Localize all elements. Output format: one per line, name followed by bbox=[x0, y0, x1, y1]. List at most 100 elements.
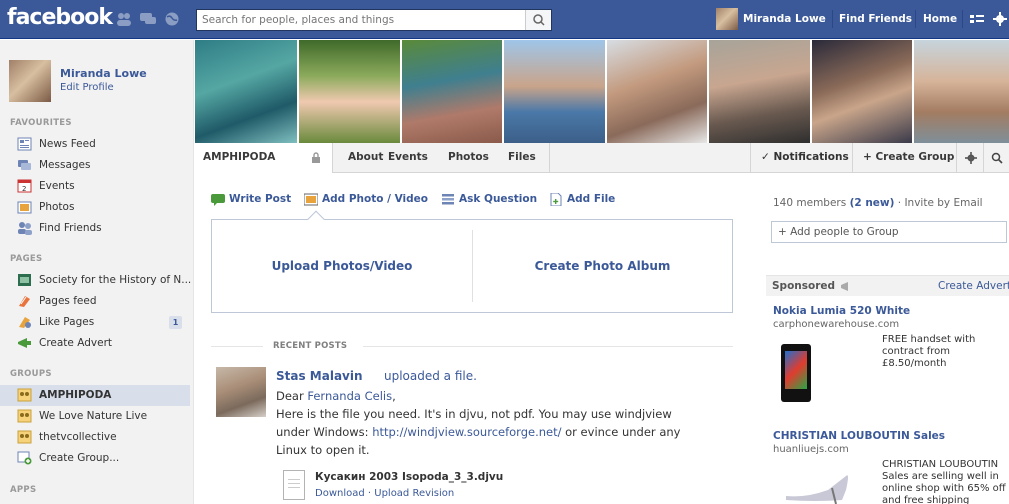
sidebar-item-we-love-nature[interactable]: We Love Nature Live bbox=[0, 406, 190, 427]
svg-text:2: 2 bbox=[22, 185, 26, 193]
sidebar-item-label: Photos bbox=[39, 201, 75, 213]
sidebar-item-label: thetvcollective bbox=[39, 431, 117, 443]
member-photo[interactable] bbox=[401, 40, 503, 143]
tab-files[interactable]: Files bbox=[500, 143, 544, 172]
ad-text[interactable]: FREE handset with contract from £8.50/mo… bbox=[882, 334, 1009, 370]
photos-icon bbox=[17, 201, 32, 214]
sponsored-header: Sponsored Create Advert bbox=[766, 275, 1009, 296]
facebook-logo[interactable]: facebook bbox=[7, 5, 113, 30]
member-photo[interactable] bbox=[195, 40, 298, 143]
sidebar-item-photos[interactable]: Photos bbox=[0, 197, 190, 218]
topbar-avatar[interactable] bbox=[716, 8, 738, 30]
add-photo-icon bbox=[304, 193, 318, 206]
sidebar-item-thetvcollective[interactable]: thetvcollective bbox=[0, 427, 190, 448]
create-photo-album-button[interactable]: Create Photo Album bbox=[473, 220, 732, 312]
greeting-suffix: , bbox=[392, 389, 396, 403]
tab-events[interactable]: Events bbox=[380, 143, 436, 172]
sponsored-megaphone-icon bbox=[841, 282, 848, 291]
add-photo-video-tab[interactable]: Add Photo / Video bbox=[304, 193, 428, 206]
sidebar-item-label: Messages bbox=[39, 159, 91, 171]
post-body-line: Here is the file you need. It's in djvu,… bbox=[276, 407, 672, 421]
topbar-separator bbox=[832, 10, 833, 28]
ad-text[interactable]: CHRISTIAN LOUBOUTIN Sales are selling we… bbox=[882, 459, 1009, 504]
write-post-icon bbox=[211, 194, 225, 206]
profile-name[interactable]: Miranda Lowe bbox=[60, 67, 147, 80]
new-members-link[interactable]: (2 new) bbox=[850, 197, 895, 209]
tab-photos[interactable]: Photos bbox=[440, 143, 497, 172]
add-file-tab[interactable]: Add File bbox=[549, 193, 615, 206]
friend-requests-icon[interactable] bbox=[116, 12, 132, 26]
upload-photos-video-button[interactable]: Upload Photos/Video bbox=[212, 220, 472, 312]
greeting-prefix: Dear bbox=[276, 389, 308, 403]
ask-question-label: Ask Question bbox=[459, 193, 538, 205]
sidebar-item-news-feed[interactable]: News Feed bbox=[0, 134, 190, 155]
search-input[interactable] bbox=[197, 10, 517, 30]
write-post-label: Write Post bbox=[229, 193, 292, 205]
member-photo[interactable] bbox=[299, 40, 400, 143]
file-actions-links[interactable]: Download · Upload Revision bbox=[315, 488, 454, 499]
ad-title[interactable]: CHRISTIAN LOUBOUTIN Sales bbox=[773, 430, 945, 442]
group-search-icon[interactable] bbox=[991, 152, 1003, 164]
write-post-tab[interactable]: Write Post bbox=[211, 193, 292, 206]
topbar-profile-link[interactable]: Miranda Lowe bbox=[743, 13, 826, 25]
topbar-separator bbox=[915, 10, 916, 28]
ad-image-shoe[interactable] bbox=[776, 460, 860, 504]
group-nav-bar: AMPHIPODA About Events Photos Files ✓ No… bbox=[195, 143, 1009, 173]
add-people-input[interactable]: + Add people to Group bbox=[771, 221, 1007, 243]
apps-heading: APPS bbox=[10, 485, 37, 495]
ad-url[interactable]: carphonewarehouse.com bbox=[773, 319, 899, 330]
member-photo[interactable] bbox=[709, 40, 810, 143]
file-document-icon bbox=[283, 470, 305, 500]
find-friends-icon bbox=[18, 222, 32, 235]
topbar-separator bbox=[962, 10, 963, 28]
group-icon bbox=[17, 430, 32, 444]
member-photo[interactable] bbox=[914, 40, 1009, 143]
mentioned-user-link[interactable]: Fernanda Celis bbox=[307, 389, 392, 403]
group-settings-gear-icon[interactable] bbox=[965, 152, 977, 164]
windjview-link[interactable]: http://windjview.sourceforge.net/ bbox=[372, 425, 561, 439]
sidebar-item-amphipoda[interactable]: AMPHIPODA bbox=[0, 385, 190, 406]
add-photo-video-label: Add Photo / Video bbox=[322, 193, 428, 205]
post-greeting: Dear Fernanda Celis, bbox=[276, 389, 396, 403]
post-text-segment: or evince under any bbox=[561, 425, 681, 439]
member-photo[interactable] bbox=[811, 40, 913, 143]
member-photo[interactable] bbox=[606, 40, 708, 143]
invite-by-email-link[interactable]: · Invite by Email bbox=[898, 197, 983, 209]
create-group-button[interactable]: + Create Group bbox=[855, 143, 962, 172]
privacy-shortcuts-icon[interactable] bbox=[970, 13, 984, 25]
find-friends-link[interactable]: Find Friends bbox=[839, 13, 912, 25]
post-author-avatar[interactable] bbox=[216, 367, 266, 417]
nav-divider bbox=[852, 143, 853, 173]
ad-title[interactable]: Nokia Lumia 520 White bbox=[773, 305, 910, 317]
nav-divider bbox=[549, 143, 550, 173]
top-bar: facebook Miranda Lowe Find Friends Home bbox=[0, 0, 1009, 39]
sidebar-item-pages-feed[interactable]: Pages feed bbox=[0, 291, 190, 312]
create-advert-link[interactable]: Create Advert bbox=[938, 280, 1009, 292]
sidebar-item-like-pages[interactable]: Like Pages 1 bbox=[0, 312, 190, 333]
sidebar-item-find-friends[interactable]: Find Friends bbox=[0, 218, 190, 239]
notifications-button[interactable]: ✓ Notifications bbox=[753, 143, 857, 172]
sidebar-item-messages[interactable]: Messages bbox=[0, 155, 190, 176]
member-photo[interactable] bbox=[504, 40, 605, 143]
messages-jewel-icon[interactable] bbox=[140, 12, 156, 26]
ask-question-tab[interactable]: Ask Question bbox=[441, 193, 537, 205]
sidebar-item-events[interactable]: 2 Events bbox=[0, 176, 190, 197]
sidebar-item-create-group[interactable]: Create Group... bbox=[0, 448, 190, 469]
group-name-tab[interactable]: AMPHIPODA bbox=[195, 143, 333, 173]
edit-profile-link[interactable]: Edit Profile bbox=[60, 82, 114, 93]
ad-image-phone[interactable] bbox=[781, 344, 811, 402]
profile-avatar[interactable] bbox=[9, 60, 51, 102]
sidebar-item-label: Create Advert bbox=[39, 337, 112, 349]
ad-url[interactable]: huanliuejs.com bbox=[773, 444, 849, 455]
home-link[interactable]: Home bbox=[923, 13, 957, 25]
sidebar-item-label: Society for the History of N... bbox=[39, 274, 192, 286]
sidebar-item-create-advert[interactable]: Create Advert bbox=[0, 333, 190, 354]
settings-gear-icon[interactable] bbox=[993, 12, 1007, 26]
group-icon bbox=[17, 388, 32, 402]
sidebar-item-society-page[interactable]: Society for the History of N... bbox=[0, 270, 192, 291]
notifications-globe-icon[interactable] bbox=[164, 12, 180, 26]
attached-file-name[interactable]: Кусакин 2003 Isopoda_3_3.djvu bbox=[315, 471, 503, 483]
members-count[interactable]: 140 members bbox=[773, 197, 846, 209]
search-button[interactable] bbox=[525, 10, 551, 30]
post-author-name[interactable]: Stas Malavin bbox=[276, 369, 363, 383]
